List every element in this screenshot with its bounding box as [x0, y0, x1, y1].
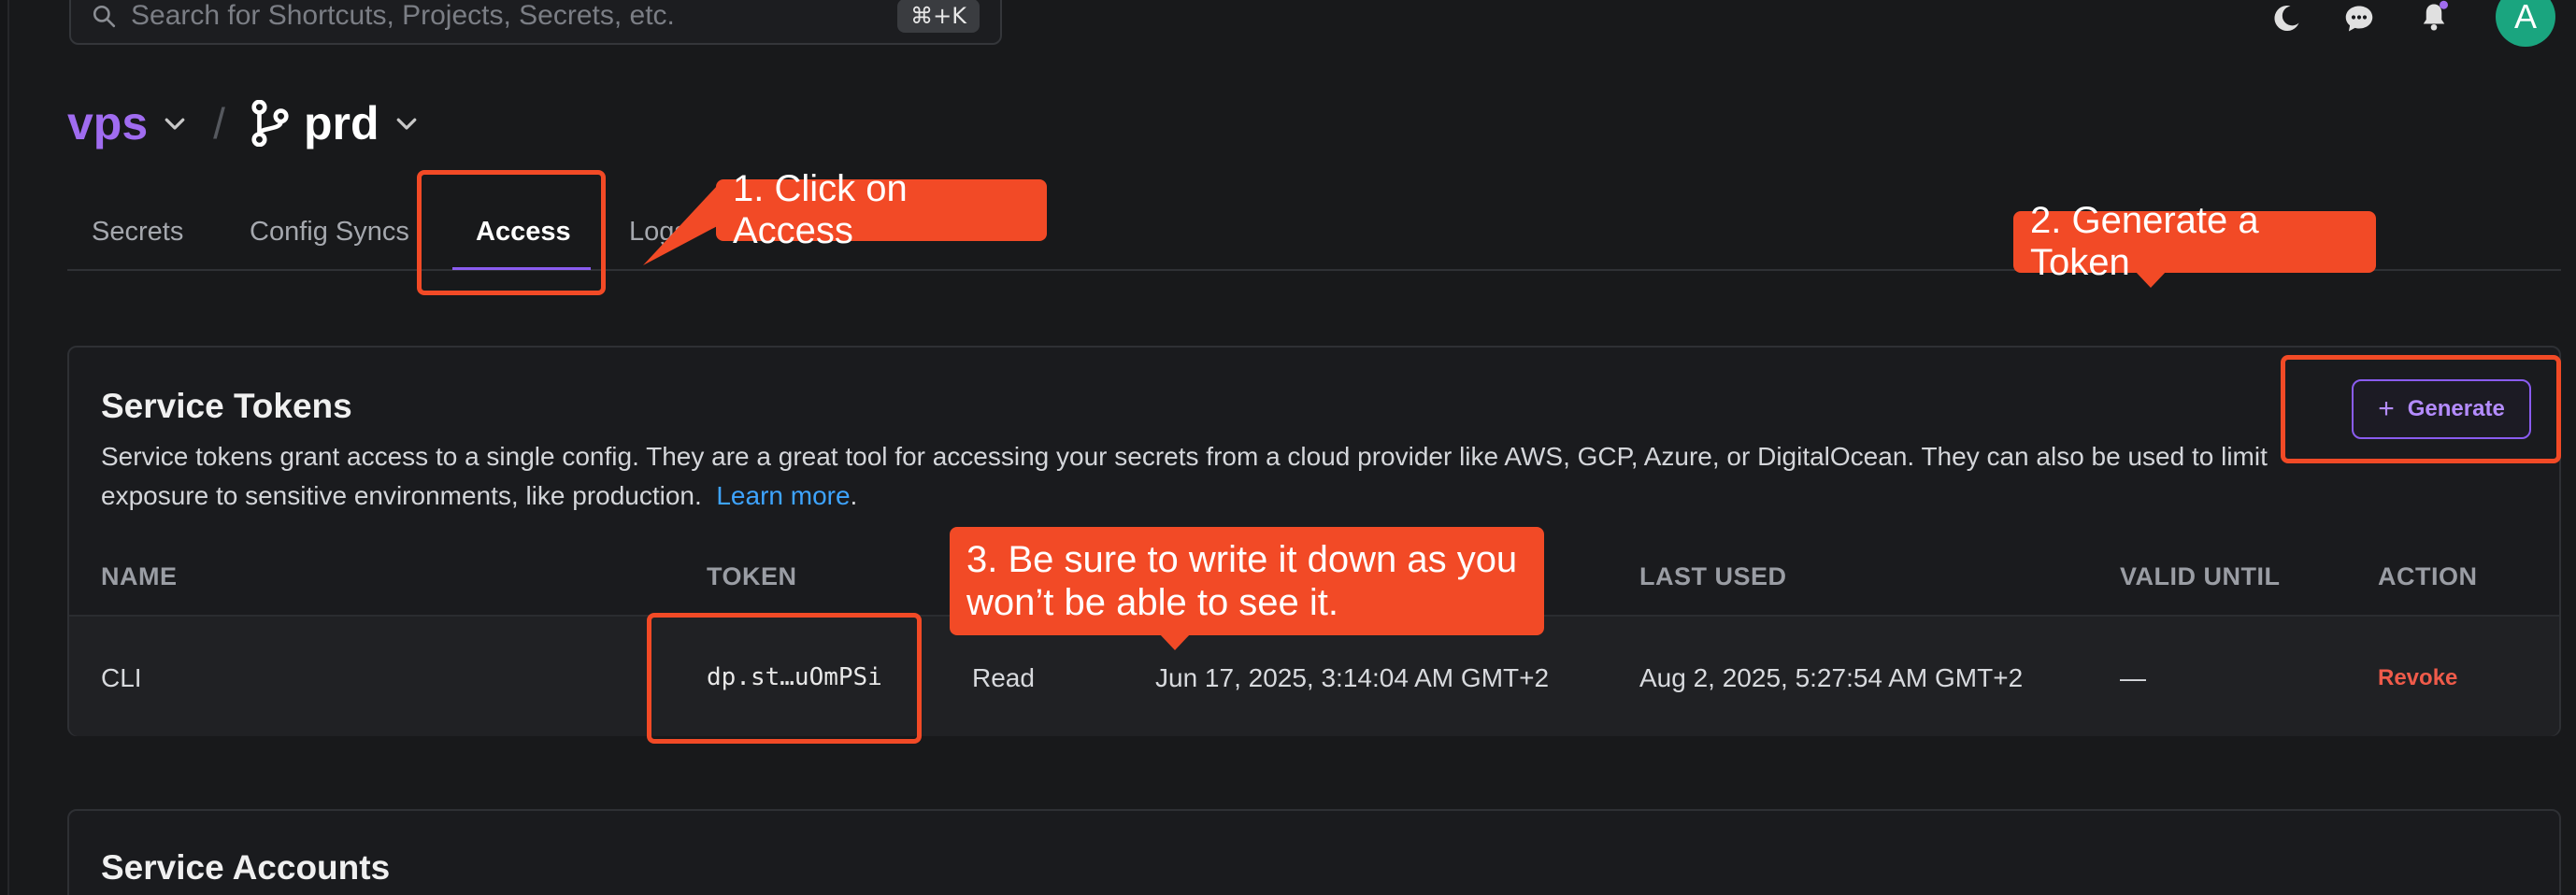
tab-secrets[interactable]: Secrets	[92, 217, 183, 248]
token-name: CLI	[101, 663, 142, 692]
column-last-used: LAST USED	[1639, 562, 1787, 590]
column-valid-until: VALID UNTIL	[2120, 562, 2281, 590]
branch-icon	[251, 100, 289, 147]
service-accounts-title: Service Accounts	[101, 848, 391, 887]
breadcrumb-project[interactable]: vps	[67, 96, 148, 150]
column-token: TOKEN	[707, 562, 797, 590]
avatar[interactable]: A	[2496, 0, 2555, 47]
callout-2-tail	[2135, 271, 2167, 288]
search-icon	[93, 5, 116, 28]
description-text: Service tokens grant access to a single …	[101, 442, 2268, 510]
annotation-step-3-line-2: won’t be able to see it.	[966, 582, 1339, 623]
service-accounts-card: Service Accounts	[67, 809, 2561, 895]
callout-3-tail	[1159, 633, 1191, 650]
access-tab-highlight	[417, 170, 606, 295]
search-placeholder: Search for Shortcuts, Projects, Secrets,…	[131, 0, 675, 31]
revoke-button[interactable]: Revoke	[2378, 665, 2457, 691]
breadcrumb-separator: /	[213, 99, 225, 148]
chat-icon[interactable]	[2342, 2, 2376, 36]
service-tokens-title: Service Tokens	[101, 387, 352, 425]
annotation-step-2: 2. Generate a Token	[2013, 200, 2376, 283]
breadcrumb: vps / prd	[67, 93, 421, 153]
bell-icon[interactable]	[2417, 0, 2451, 34]
annotation-step-3-line-1: 3. Be sure to write it down as you	[966, 539, 1518, 580]
search-input[interactable]: Search for Shortcuts, Projects, Secrets,…	[69, 0, 1002, 45]
column-name: NAME	[101, 562, 178, 590]
token-value-highlight	[647, 613, 922, 744]
token-created: Jun 17, 2025, 3:14:04 AM GMT+2	[1155, 663, 1550, 692]
chevron-down-icon[interactable]	[161, 109, 189, 137]
shortcut-badge: ⌘+K	[897, 0, 980, 33]
token-last-used: Aug 2, 2025, 5:27:54 AM GMT+2	[1639, 663, 2024, 692]
breadcrumb-config[interactable]: prd	[304, 96, 379, 150]
annotation-step-3: 3. Be sure to write it down as you won’t…	[950, 527, 1544, 635]
column-action: ACTION	[2378, 562, 2478, 590]
left-rail	[0, 0, 9, 895]
annotation-step-1: 1. Click on Access	[716, 168, 1047, 251]
token-access: Read	[972, 663, 1035, 692]
generate-button-highlight	[2281, 355, 2561, 463]
moon-icon[interactable]	[2269, 2, 2303, 36]
token-valid-until: —	[2120, 663, 2146, 692]
service-tokens-description: Service tokens grant access to a single …	[101, 442, 2268, 510]
learn-more-link[interactable]: Learn more	[716, 481, 850, 510]
chevron-down-icon[interactable]	[393, 109, 421, 137]
tab-config-syncs[interactable]: Config Syncs	[250, 217, 409, 248]
